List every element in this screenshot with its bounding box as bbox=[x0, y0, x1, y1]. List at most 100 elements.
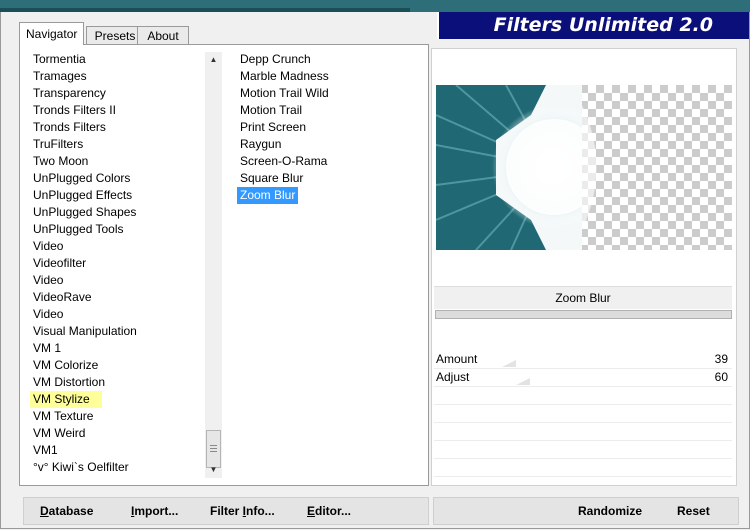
filter-item[interactable]: Zoom Blur bbox=[237, 187, 417, 204]
title-banner: Filters Unlimited 2.0 bbox=[437, 12, 749, 39]
category-item[interactable]: VM Colorize bbox=[30, 357, 210, 374]
param-empty-row bbox=[434, 405, 732, 423]
bottom-toolbar-left: Database Import... Filter Info... Editor… bbox=[23, 497, 429, 525]
category-item[interactable]: VideoRave bbox=[30, 289, 210, 306]
filter-label: Zoom Blur bbox=[237, 187, 299, 204]
param-empty-row bbox=[434, 387, 732, 405]
category-label: °v° Kiwi`s Oelfilter bbox=[33, 460, 129, 474]
filters-unlimited-window: Filters Unlimited 2.0 Navigator Presets … bbox=[0, 12, 750, 529]
category-label: UnPlugged Colors bbox=[33, 171, 131, 185]
filter-label: Print Screen bbox=[240, 120, 307, 134]
tab-navigator[interactable]: Navigator bbox=[19, 22, 84, 45]
filter-item[interactable]: Marble Madness bbox=[237, 68, 417, 85]
filter-label: Motion Trail Wild bbox=[240, 86, 329, 100]
category-item[interactable]: Videofilter bbox=[30, 255, 210, 272]
background-strip bbox=[0, 0, 750, 12]
category-label: Two Moon bbox=[33, 154, 89, 168]
category-item[interactable]: Visual Manipulation bbox=[30, 323, 210, 340]
filter-label: Raygun bbox=[240, 137, 282, 151]
category-item[interactable]: Tramages bbox=[30, 68, 210, 85]
category-item[interactable]: Video bbox=[30, 238, 210, 255]
category-item[interactable]: Two Moon bbox=[30, 153, 210, 170]
category-label: Tramages bbox=[33, 69, 87, 83]
import-button[interactable]: Import... bbox=[131, 498, 178, 524]
param-amount-marker[interactable] bbox=[501, 360, 516, 367]
filter-progress-bar bbox=[435, 310, 732, 319]
filter-label: Square Blur bbox=[240, 171, 304, 185]
category-label: VM1 bbox=[33, 443, 58, 457]
param-adjust-marker[interactable] bbox=[516, 378, 531, 385]
category-item[interactable]: VM Texture bbox=[30, 408, 210, 425]
filter-item[interactable]: Depp Crunch bbox=[237, 51, 417, 68]
tab-about[interactable]: About bbox=[137, 26, 189, 45]
filter-label: Depp Crunch bbox=[240, 52, 311, 66]
category-item[interactable]: Video bbox=[30, 272, 210, 289]
param-amount-value: 39 bbox=[714, 352, 728, 366]
category-scrollbar[interactable]: ▲ ▼ bbox=[205, 52, 222, 478]
category-item[interactable]: Transparency bbox=[30, 85, 210, 102]
filter-item[interactable]: Raygun bbox=[237, 136, 417, 153]
category-label: VM Stylize bbox=[30, 391, 102, 408]
filter-list[interactable]: Depp Crunch Marble Madness Motion Trail Wi… bbox=[237, 51, 417, 204]
preview-image bbox=[436, 85, 732, 250]
filter-item[interactable]: Print Screen bbox=[237, 119, 417, 136]
category-item[interactable]: TruFilters bbox=[30, 136, 210, 153]
filter-label: Motion Trail bbox=[240, 103, 303, 117]
category-item[interactable]: Video bbox=[30, 306, 210, 323]
editor-button[interactable]: Editor... bbox=[307, 498, 351, 524]
tab-presets[interactable]: Presets bbox=[86, 26, 144, 45]
filter-name-label: Zoom Blur bbox=[434, 286, 732, 309]
param-empty-row bbox=[434, 459, 732, 477]
category-item[interactable]: VM Distortion bbox=[30, 374, 210, 391]
category-item[interactable]: UnPlugged Tools bbox=[30, 221, 210, 238]
category-item[interactable]: °v° Kiwi`s Oelfilter bbox=[30, 459, 210, 476]
category-label: VM Distortion bbox=[33, 375, 106, 389]
param-amount[interactable]: Amount 39 bbox=[434, 351, 732, 369]
navigator-panel: Tormentia Tramages Transparency Tronds Filt… bbox=[19, 44, 429, 486]
filter-item[interactable]: Screen-O-Rama bbox=[237, 153, 417, 170]
category-label: Visual Manipulation bbox=[33, 324, 137, 338]
reset-button[interactable]: Reset bbox=[677, 498, 710, 524]
preview-panel: Zoom Blur Amount 39 Adjust 60 bbox=[431, 48, 737, 486]
scroll-up-icon[interactable]: ▲ bbox=[205, 52, 222, 68]
randomize-button[interactable]: Randomize bbox=[578, 498, 642, 524]
category-item[interactable]: VM Weird bbox=[30, 425, 210, 442]
category-label: Videofilter bbox=[33, 256, 87, 270]
category-item[interactable]: UnPlugged Colors bbox=[30, 170, 210, 187]
category-item[interactable]: Tronds Filters II bbox=[30, 102, 210, 119]
category-label: VM Weird bbox=[33, 426, 86, 440]
database-button[interactable]: Database bbox=[40, 498, 93, 524]
filter-item[interactable]: Motion Trail Wild bbox=[237, 85, 417, 102]
category-list[interactable]: Tormentia Tramages Transparency Tronds Filt… bbox=[30, 51, 210, 476]
category-label: UnPlugged Shapes bbox=[33, 205, 137, 219]
category-item[interactable]: VM1 bbox=[30, 442, 210, 459]
category-label: Video bbox=[33, 273, 64, 287]
filter-item[interactable]: Square Blur bbox=[237, 170, 417, 187]
category-label: Transparency bbox=[33, 86, 106, 100]
category-label: UnPlugged Effects bbox=[33, 188, 133, 202]
category-label: Tronds Filters II bbox=[33, 103, 116, 117]
category-label: Tronds Filters bbox=[33, 120, 106, 134]
filter-label: Marble Madness bbox=[240, 69, 329, 83]
scroll-down-icon[interactable]: ▼ bbox=[205, 462, 222, 478]
category-item[interactable]: UnPlugged Shapes bbox=[30, 204, 210, 221]
param-adjust-value: 60 bbox=[714, 370, 728, 384]
category-label: Video bbox=[33, 239, 64, 253]
category-item[interactable]: VM Stylize bbox=[30, 391, 210, 408]
category-label: VM Texture bbox=[33, 409, 94, 423]
param-empty-row bbox=[434, 423, 732, 441]
filter-item[interactable]: Motion Trail bbox=[237, 102, 417, 119]
category-label: VM Colorize bbox=[33, 358, 99, 372]
category-item[interactable]: Tronds Filters bbox=[30, 119, 210, 136]
filter-info-button[interactable]: Filter Info... bbox=[210, 498, 275, 524]
category-item[interactable]: VM 1 bbox=[30, 340, 210, 357]
param-amount-label: Amount bbox=[436, 352, 478, 366]
param-adjust[interactable]: Adjust 60 bbox=[434, 369, 732, 387]
category-item[interactable]: Tormentia bbox=[30, 51, 210, 68]
category-label: VM 1 bbox=[33, 341, 62, 355]
category-label: Tormentia bbox=[33, 52, 86, 66]
category-item[interactable]: UnPlugged Effects bbox=[30, 187, 210, 204]
category-label: VideoRave bbox=[33, 290, 92, 304]
category-label: TruFilters bbox=[33, 137, 84, 151]
filter-label: Screen-O-Rama bbox=[240, 154, 328, 168]
